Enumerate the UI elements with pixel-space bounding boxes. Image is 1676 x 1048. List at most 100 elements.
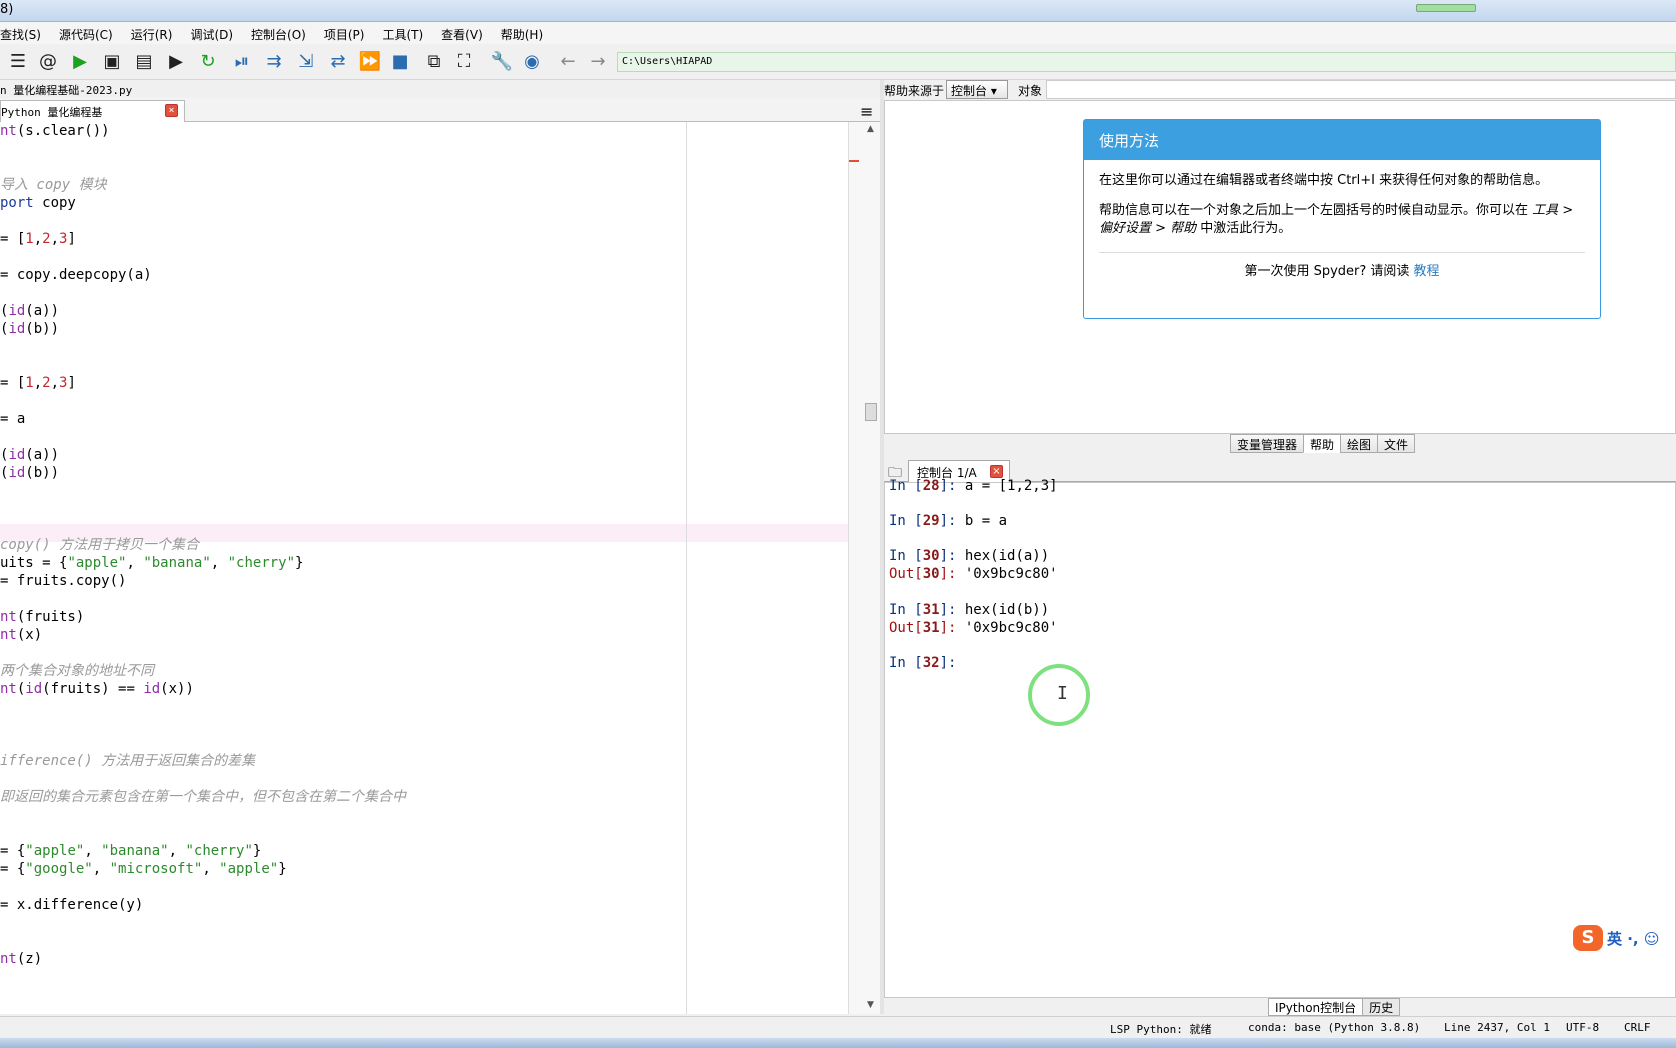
- close-icon[interactable]: ×: [165, 104, 178, 117]
- prompt-number: 28: [922, 478, 940, 494]
- step-icon[interactable]: ⇉: [262, 50, 286, 74]
- code-line: nt(fruits): [0, 608, 84, 626]
- help-tab[interactable]: 文件: [1377, 434, 1416, 453]
- code-token: = a: [0, 411, 26, 427]
- editor-tab[interactable]: Python 量化编程基础-2023.py ×: [0, 100, 185, 135]
- code-line: 两个集合对象的地址不同: [0, 662, 154, 680]
- console-bottom-tabs: IPython控制台 历史: [1268, 998, 1401, 1016]
- code-token: port: [0, 195, 34, 211]
- code-token: = {: [0, 843, 26, 859]
- menu-item[interactable]: 源代码(C): [59, 22, 121, 44]
- debug-icon[interactable]: ⏯: [230, 50, 254, 74]
- ime-mode-label: 英 ·, ☺: [1607, 929, 1660, 948]
- step-return-icon[interactable]: ⇄: [326, 50, 350, 74]
- menu-item[interactable]: 工具(T): [382, 22, 431, 44]
- prompt-suffix: ]:: [939, 602, 965, 618]
- prompt-number: 32: [922, 655, 940, 671]
- prompt-number: 29: [922, 513, 940, 529]
- prompt-suffix: ]:: [939, 513, 965, 529]
- menu-item[interactable]: 帮助(H): [501, 22, 551, 44]
- code-token: }: [295, 555, 304, 571]
- run-cell-icon[interactable]: ▣: [100, 50, 124, 74]
- code-token: "microsoft": [109, 861, 203, 877]
- usage-para-2-b: 中激活此行为。: [1196, 221, 1292, 236]
- menu-item[interactable]: 运行(R): [131, 22, 181, 44]
- run-icon[interactable]: ▶: [68, 50, 92, 74]
- help-tab[interactable]: 绘图: [1340, 434, 1379, 453]
- code-token: (z): [16, 951, 43, 967]
- code-line: 即返回的集合元素包含在第一个集合中，但不包含在第二个集合中: [0, 788, 406, 806]
- console-input-line: In [32]:: [889, 654, 965, 672]
- object-label: 对象: [1018, 84, 1043, 98]
- code-token: = fruits.copy(): [0, 573, 127, 589]
- conda-status: conda: base (Python 3.8.8): [1248, 1021, 1421, 1034]
- working-directory-input[interactable]: C:\Users\HIAPAD: [617, 52, 1676, 72]
- continue-icon[interactable]: ⏩: [358, 50, 382, 74]
- help-tabs: 变量管理器 帮助 绘图 文件: [1230, 434, 1416, 454]
- prompt-suffix: ]:: [939, 548, 965, 564]
- scroll-down-icon[interactable]: ▼: [867, 1000, 874, 1010]
- python-path-icon[interactable]: ◉: [520, 50, 544, 74]
- cursor-position: Line 2437, Col 1: [1444, 1021, 1550, 1034]
- code-token: ,: [84, 843, 102, 859]
- step-into-icon[interactable]: ⇲: [294, 50, 318, 74]
- forward-arrow-icon[interactable]: →: [586, 50, 610, 74]
- scroll-up-icon[interactable]: ▲: [867, 124, 874, 134]
- maximize-pane-icon[interactable]: ⧉: [422, 50, 446, 74]
- code-line: = copy.deepcopy(a): [0, 266, 152, 284]
- code-token: }: [278, 861, 287, 877]
- menu-item[interactable]: 调试(D): [190, 22, 241, 44]
- code-token: "google": [25, 861, 93, 877]
- divider: [1099, 252, 1585, 253]
- code-token: 2: [42, 231, 51, 247]
- editor-scrollbar[interactable]: ▲ ▼: [848, 122, 880, 1014]
- back-arrow-icon[interactable]: ←: [556, 50, 580, 74]
- run-cell-advance-icon[interactable]: ▤: [132, 50, 156, 74]
- text-cursor-icon: I: [1057, 683, 1068, 704]
- at-icon[interactable]: @: [36, 50, 60, 74]
- help-tab[interactable]: 帮助: [1303, 434, 1342, 453]
- window-title: 8): [0, 2, 14, 17]
- preferences-icon[interactable]: 🔧: [490, 50, 514, 74]
- ime-indicator[interactable]: S 英 ·, ☺: [1573, 923, 1676, 953]
- code-token: "cherry": [227, 555, 296, 571]
- object-input[interactable]: [1046, 80, 1676, 99]
- usage-footer-text: 第一次使用 Spyder? 请阅读: [1244, 264, 1414, 279]
- tutorial-link[interactable]: 教程: [1414, 264, 1440, 279]
- code-line: = [1,2,3]: [0, 374, 76, 392]
- stop-icon[interactable]: ■: [388, 50, 412, 74]
- scrollbar-thumb[interactable]: [865, 403, 877, 421]
- fullscreen-icon[interactable]: ⛶: [452, 50, 476, 74]
- code-token: ,: [33, 375, 43, 391]
- code-token: ,: [210, 555, 228, 571]
- menu-item[interactable]: 查找(S): [0, 22, 49, 44]
- prompt-number: 31: [922, 602, 940, 618]
- console-bottom-tab[interactable]: 历史: [1362, 998, 1401, 1016]
- code-token: nt: [0, 681, 17, 697]
- code-token: "cherry": [185, 843, 253, 859]
- code-line: = a: [0, 410, 25, 428]
- run-selection-icon[interactable]: ▶: [164, 50, 188, 74]
- code-editor[interactable]: nt(s.clear()) 导入 copy 模块 port copy = [1,2,3…: [0, 122, 848, 1014]
- menu-item[interactable]: 项目(P): [324, 22, 373, 44]
- menu-item[interactable]: 控制台(O): [251, 22, 314, 44]
- code-token: 导入 copy 模块: [0, 177, 107, 193]
- code-token: "banana": [101, 843, 169, 859]
- code-line: (id(a)): [0, 446, 59, 464]
- rerun-icon[interactable]: ↻: [196, 50, 220, 74]
- status-bar: LSP Python: 就绪 conda: base (Python 3.8.8…: [0, 1016, 1676, 1038]
- code-token: ,: [50, 375, 60, 391]
- ipython-console[interactable]: In [28]: a = [1,2,3] In [29]: b = a In [30…: [884, 478, 1676, 998]
- menu-item[interactable]: 查看(V): [441, 22, 491, 44]
- lsp-status: LSP Python: 就绪: [1110, 1023, 1212, 1036]
- help-source-select[interactable]: 控制台 ▾: [946, 80, 1008, 99]
- sogou-logo-icon: S: [1573, 925, 1603, 951]
- console-bottom-tab[interactable]: IPython控制台: [1268, 998, 1364, 1016]
- usage-card-title: 使用方法: [1084, 120, 1600, 160]
- code-token: copy: [33, 195, 76, 211]
- help-tab[interactable]: 变量管理器: [1230, 434, 1305, 453]
- code-token: ,: [50, 231, 60, 247]
- options-menu-icon[interactable]: ≡: [860, 102, 873, 121]
- list-icon[interactable]: ☰: [6, 50, 30, 74]
- code-token: ,: [126, 555, 144, 571]
